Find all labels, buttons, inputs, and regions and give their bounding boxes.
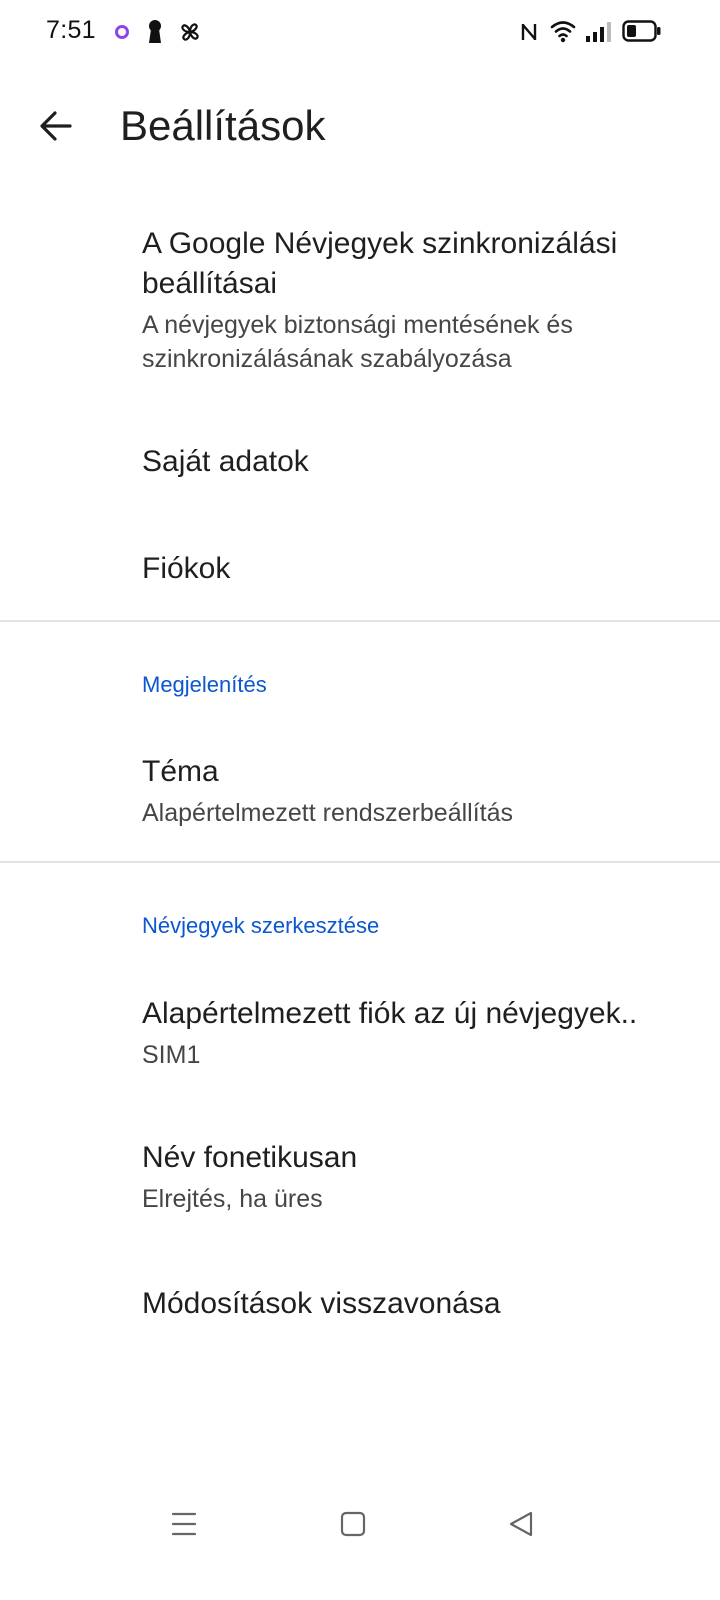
arrow-back-icon	[40, 111, 72, 141]
phonetic-name-title: Név fonetikusan	[142, 1141, 358, 1174]
theme-item[interactable]: Téma Alapértelmezett rendszerbeállítás	[0, 752, 720, 830]
sync-settings-title: A Google Névjegyek szinkronizálási beáll…	[142, 227, 618, 300]
keyhole-icon	[149, 20, 161, 43]
phonetic-name-item[interactable]: Név fonetikusan Elrejtés, ha üres	[0, 1138, 720, 1216]
nav-back-button[interactable]	[497, 1504, 545, 1544]
default-account-summary: SIM1	[142, 1041, 201, 1069]
my-info-item[interactable]: Saját adatok	[0, 442, 720, 482]
app-bar: Beállítások	[0, 64, 720, 192]
nfc-icon	[521, 24, 537, 40]
theme-summary: Alapértelmezett rendszerbeállítás	[142, 799, 514, 827]
my-info-title: Saját adatok	[142, 445, 309, 478]
theme-title: Téma	[142, 755, 219, 788]
default-account-item[interactable]: Alapértelmezett fiók az új névjegyek.. S…	[0, 994, 720, 1072]
menu-icon	[171, 1512, 197, 1536]
back-triangle-icon	[509, 1511, 533, 1537]
default-account-title: Alapértelmezett fiók az új névjegyek..	[142, 997, 638, 1030]
sync-settings-summary: A névjegyek biztonsági mentésének és szi…	[142, 311, 573, 373]
undo-changes-title: Módosítások visszavonása	[142, 1287, 501, 1320]
wifi-icon	[550, 21, 576, 43]
page-title: Beállítások	[120, 102, 326, 149]
divider	[0, 620, 720, 622]
fan-icon	[181, 23, 199, 41]
back-button[interactable]	[24, 94, 88, 158]
navigation-bar	[0, 1488, 720, 1560]
section-header-editing: Névjegyek szerkesztése	[142, 913, 380, 938]
battery-icon	[622, 20, 661, 42]
accounts-title: Fiókok	[142, 552, 231, 585]
undo-changes-item[interactable]: Módosítások visszavonása	[0, 1284, 720, 1324]
accounts-item[interactable]: Fiókok	[0, 549, 720, 589]
circle-notification-icon	[115, 25, 129, 39]
phonetic-name-summary: Elrejtés, ha üres	[142, 1185, 323, 1213]
nav-menu-button[interactable]	[160, 1504, 208, 1544]
section-header-display: Megjelenítés	[142, 672, 267, 697]
nav-home-button[interactable]	[329, 1504, 377, 1544]
signal-icon	[586, 22, 611, 42]
status-bar: 7:51	[0, 0, 720, 64]
sync-settings-item[interactable]: A Google Névjegyek szinkronizálási beáll…	[0, 224, 720, 376]
home-square-icon	[340, 1511, 366, 1537]
divider	[0, 861, 720, 863]
status-time: 7:51	[46, 16, 96, 44]
